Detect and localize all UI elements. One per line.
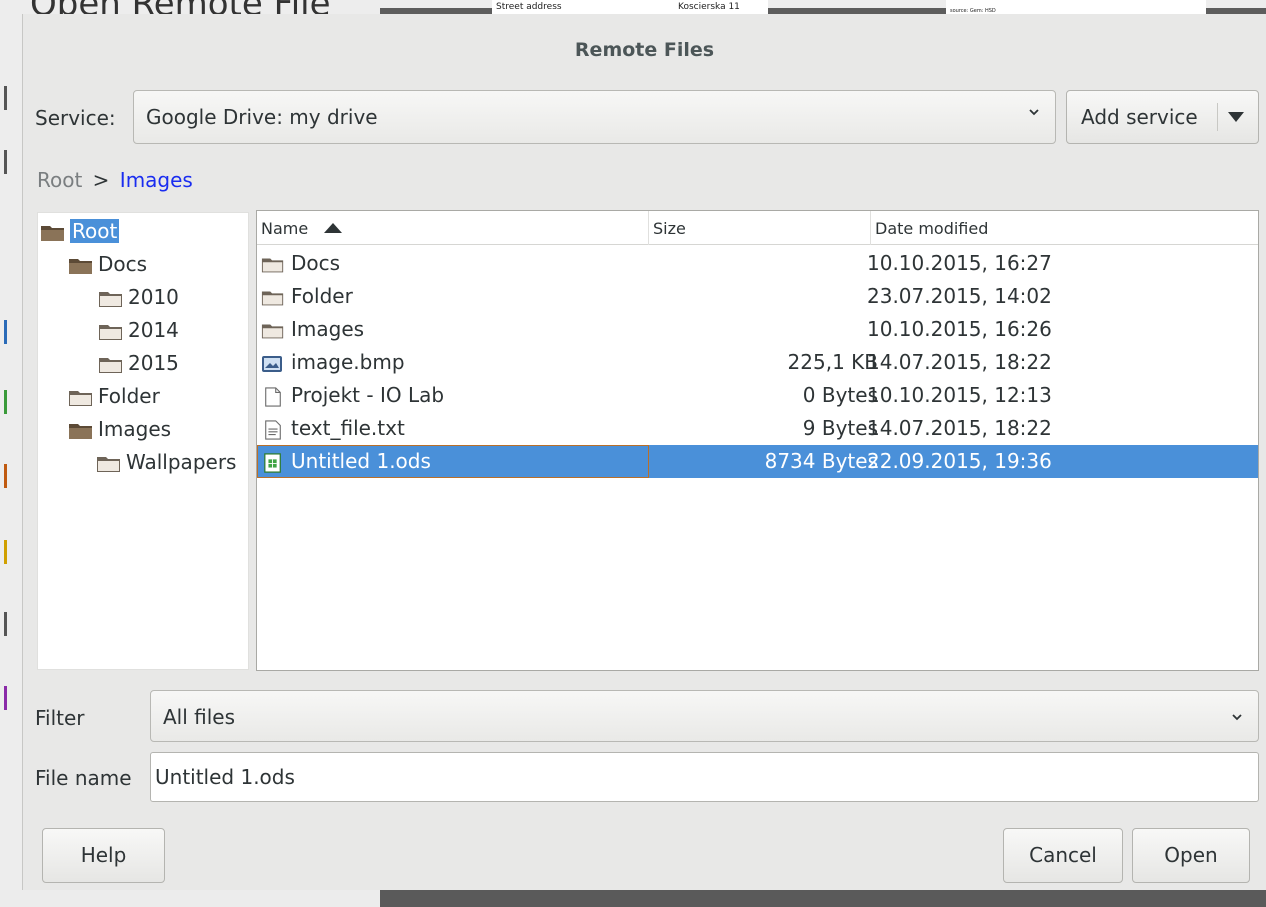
background-toolbar-icon (4, 86, 20, 110)
sort-ascending-icon (324, 223, 343, 233)
table-row[interactable]: Docs 10.10.2015, 16:27 (257, 247, 1258, 280)
folder-open-icon (41, 225, 64, 241)
folder-icon (261, 258, 284, 272)
folder-icon (99, 357, 122, 373)
folder-icon (261, 291, 284, 305)
file-date: 22.09.2015, 19:36 (867, 449, 1052, 473)
background-toolbar-icon (4, 390, 20, 414)
background-statusbar (0, 890, 1266, 907)
folder-icon (99, 324, 122, 340)
column-header-name[interactable]: Name (257, 211, 649, 245)
file-size: 8734 Bytes (764, 449, 878, 473)
breadcrumb: Root > Images (37, 168, 193, 192)
tree-item-root[interactable]: Root (40, 215, 120, 248)
background-toolbar-icon (4, 464, 20, 488)
image-file-icon (262, 355, 282, 372)
file-date: 14.07.2015, 18:22 (867, 416, 1052, 440)
breadcrumb-root[interactable]: Root (37, 168, 82, 192)
file-name: text_file.txt (291, 416, 405, 440)
column-header-date[interactable]: Date modified (871, 211, 1258, 245)
table-row[interactable]: Projekt - IO Lab 0 Bytes 10.10.2015, 12:… (257, 379, 1258, 412)
background-toolbar-icon (4, 540, 20, 564)
tree-item-label: Images (98, 417, 172, 441)
file-name: image.bmp (291, 350, 405, 374)
tree-item-label: 2014 (128, 318, 179, 342)
background-toolbar-icon (4, 320, 20, 344)
column-header-label: Name (261, 219, 309, 238)
file-list-header: Name Size Date modified (257, 211, 1258, 245)
file-date: 10.10.2015, 12:13 (867, 383, 1052, 407)
table-row[interactable]: Folder 23.07.2015, 14:02 (257, 280, 1258, 313)
file-size: 225,1 KB (787, 350, 878, 374)
file-name: Projekt - IO Lab (291, 383, 445, 407)
help-button[interactable]: Help (42, 828, 165, 883)
filter-value: All files (163, 705, 236, 729)
background-toolbar-icon (4, 612, 20, 636)
file-date: 10.10.2015, 16:27 (867, 251, 1052, 275)
filter-combobox[interactable]: All files (150, 690, 1259, 742)
table-row[interactable]: Images 10.10.2015, 16:26 (257, 313, 1258, 346)
service-label: Service: (35, 106, 116, 130)
dropdown-arrow-icon[interactable] (1227, 110, 1245, 124)
tree-item-label: 2010 (128, 285, 179, 309)
file-name: Images (291, 317, 365, 341)
background-toolbar-icon (4, 150, 20, 174)
tree-item-label: 2015 (128, 351, 179, 375)
file-name-value: Untitled 1.ods (155, 765, 295, 789)
background-toolbar-icon (4, 686, 20, 710)
add-service-label: Add service (1081, 105, 1198, 129)
folder-open-icon (69, 258, 92, 274)
table-row[interactable]: image.bmp 225,1 KB 14.07.2015, 18:22 (257, 346, 1258, 379)
file-date: 23.07.2015, 14:02 (867, 284, 1052, 308)
tree-item-folder[interactable]: Folder (68, 380, 160, 413)
tree-item-docs[interactable]: Docs (68, 248, 147, 281)
folder-tree[interactable]: Root Docs 2010 2014 2015 Folder Images W… (37, 212, 249, 670)
filter-label: Filter (35, 706, 85, 730)
spreadsheet-file-icon (264, 452, 281, 473)
file-name: Untitled 1.ods (291, 449, 431, 473)
breadcrumb-separator: > (92, 168, 110, 192)
text-file-icon (265, 419, 281, 440)
folder-icon (99, 291, 122, 307)
background-dark-block (380, 890, 1266, 907)
file-name-label: File name (35, 766, 132, 790)
blank-file-icon (265, 386, 281, 407)
file-list[interactable]: Name Size Date modified Docs 10.10.2015,… (256, 210, 1259, 671)
file-date: 10.10.2015, 16:26 (867, 317, 1052, 341)
file-name-input[interactable]: Untitled 1.ods (150, 752, 1259, 802)
file-name: Folder (291, 284, 353, 308)
tree-item-2010[interactable]: 2010 (98, 281, 179, 314)
table-row-selected[interactable]: Untitled 1.ods 8734 Bytes 22.09.2015, 19… (257, 445, 1258, 478)
tree-item-2015[interactable]: 2015 (98, 347, 179, 380)
folder-icon (261, 324, 284, 338)
column-header-label: Size (653, 219, 686, 238)
tree-item-wallpapers[interactable]: Wallpapers (96, 446, 236, 479)
column-header-size[interactable]: Size (649, 211, 871, 245)
remote-files-dialog: Remote Files Service: Google Drive: my d… (22, 14, 1266, 890)
add-service-button[interactable]: Add service (1066, 90, 1259, 144)
tree-item-label: Root (70, 219, 120, 243)
column-header-label: Date modified (875, 219, 989, 238)
tree-item-label: Folder (98, 384, 160, 408)
tree-item-label: Docs (98, 252, 148, 276)
chevron-down-icon (1029, 109, 1039, 116)
tree-item-images[interactable]: Images (68, 413, 171, 446)
service-value: Google Drive: my drive (146, 105, 378, 129)
file-name: Docs (291, 251, 341, 275)
folder-open-icon (69, 423, 92, 439)
dialog-title: Remote Files (574, 39, 715, 61)
button-separator (1217, 103, 1218, 131)
cancel-button[interactable]: Cancel (1003, 828, 1123, 883)
service-combobox[interactable]: Google Drive: my drive (133, 90, 1056, 144)
breadcrumb-current[interactable]: Images (120, 168, 193, 192)
folder-icon (97, 456, 120, 472)
table-row[interactable]: text_file.txt 9 Bytes 14.07.2015, 18:22 (257, 412, 1258, 445)
folder-icon (69, 390, 92, 406)
tree-item-label: Wallpapers (126, 450, 237, 474)
chevron-down-icon (1232, 714, 1242, 721)
tree-item-2014[interactable]: 2014 (98, 314, 179, 347)
open-button[interactable]: Open (1132, 828, 1250, 883)
file-date: 14.07.2015, 18:22 (867, 350, 1052, 374)
